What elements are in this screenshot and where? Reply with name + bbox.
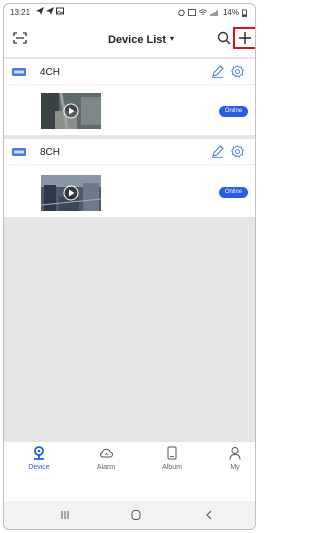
thumbnail-image: [41, 93, 101, 129]
dvr-icon: [12, 68, 26, 76]
camera-thumbnail[interactable]: [41, 175, 101, 211]
camera-thumbnail[interactable]: [41, 93, 101, 129]
back-icon[interactable]: [203, 509, 215, 521]
device-list: 4CH Online 8CH Online: [4, 57, 255, 441]
album-icon: [167, 446, 177, 460]
system-nav-bar: [4, 501, 255, 529]
tab-label: Alarm: [96, 464, 116, 471]
edit-icon[interactable]: [211, 65, 224, 78]
tab-alarm[interactable]: Alarm: [81, 442, 131, 478]
divider: [4, 84, 255, 85]
recent-apps-icon[interactable]: [59, 509, 71, 521]
volte-icon: [188, 9, 196, 16]
nav-bar: Device List ▾: [4, 21, 255, 57]
gallery-icon: [56, 7, 64, 15]
home-icon[interactable]: [130, 509, 142, 521]
device-card[interactable]: 4CH Online: [4, 59, 255, 135]
device-name: 8CH: [40, 147, 61, 158]
tab-label: Device: [28, 464, 50, 471]
gear-icon[interactable]: [231, 65, 244, 78]
phone-screen: 13:21 14% Device List ▾ 4CH Online 8CH O…: [3, 3, 256, 530]
device-card[interactable]: 8CH Online: [4, 139, 255, 217]
add-device-button[interactable]: [233, 27, 255, 49]
cloud-icon: [100, 448, 113, 458]
device-card-header: 4CH: [4, 59, 255, 84]
status-badge: Online: [219, 187, 248, 198]
device-tab-icon: [34, 446, 44, 460]
status-indicators: 14%: [178, 8, 247, 17]
alarm-icon: [178, 9, 185, 16]
battery-icon: [242, 9, 247, 17]
divider: [4, 164, 255, 165]
battery-percent: 14%: [222, 8, 239, 17]
tab-bar: Device Alarm Album My: [4, 441, 255, 477]
device-name: 4CH: [40, 67, 61, 78]
person-icon: [229, 447, 241, 460]
status-badge: Online: [219, 106, 248, 117]
thumbnail-image: [41, 175, 101, 211]
tab-label: Album: [162, 464, 182, 471]
signal-icon: [210, 10, 218, 16]
tab-device[interactable]: Device: [14, 442, 64, 478]
tab-label: My: [230, 464, 240, 471]
tab-my[interactable]: My: [210, 442, 255, 478]
status-bar: 13:21 14%: [4, 4, 255, 21]
scan-icon[interactable]: [13, 32, 27, 44]
dvr-icon: [12, 148, 26, 156]
wifi-icon: [198, 9, 207, 15]
notification-icons: [36, 7, 64, 15]
tab-album[interactable]: Album: [147, 442, 197, 478]
plus-icon: [239, 32, 251, 44]
device-card-header: 8CH: [4, 139, 255, 164]
title-dropdown-caret[interactable]: ▾: [170, 34, 174, 43]
send-icon: [36, 7, 44, 15]
page-title[interactable]: Device List: [108, 34, 166, 46]
send-icon: [46, 7, 54, 15]
search-icon[interactable]: [217, 31, 231, 45]
status-time: 13:21: [10, 8, 31, 17]
edit-icon[interactable]: [211, 145, 224, 158]
gear-icon[interactable]: [231, 145, 244, 158]
